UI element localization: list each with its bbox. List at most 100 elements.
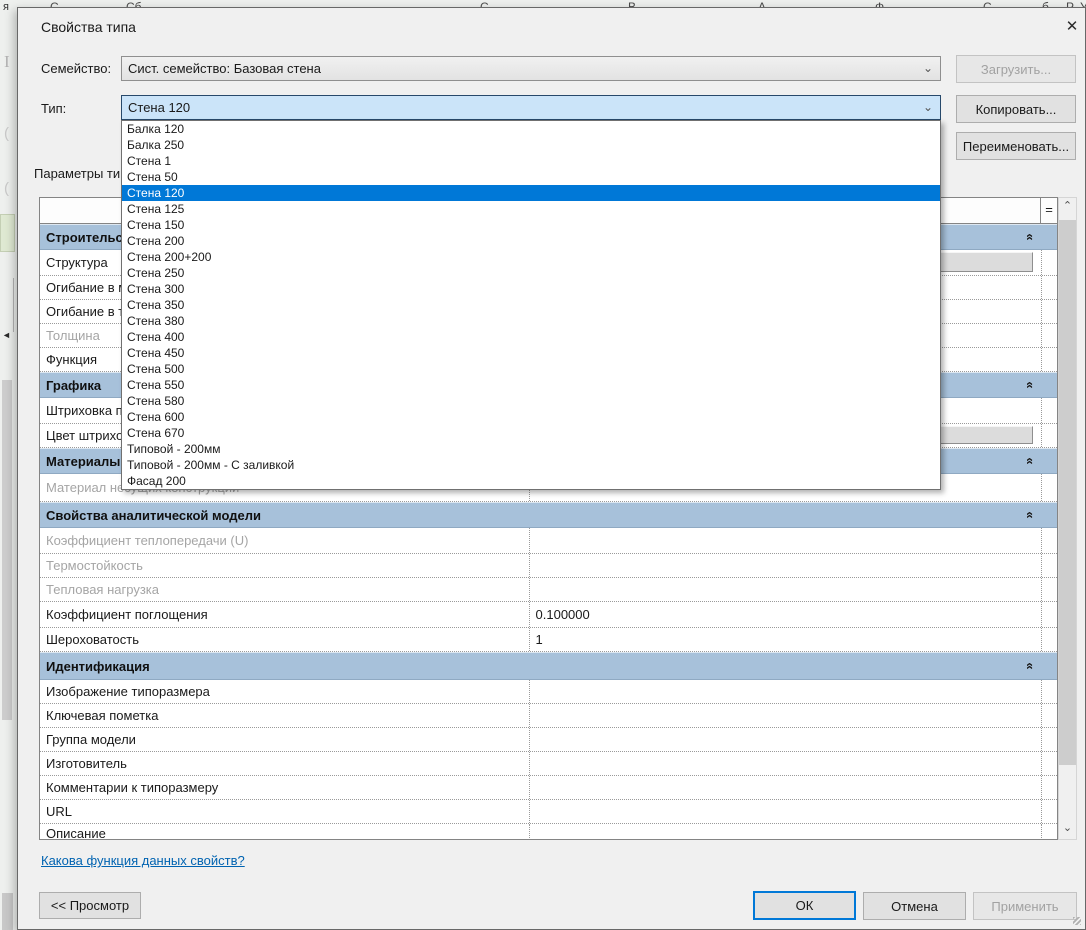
background-divider <box>13 278 14 332</box>
dropdown-item[interactable]: Стена 500 <box>122 361 940 377</box>
dropdown-item[interactable]: Стена 50 <box>122 169 940 185</box>
apply-button[interactable]: Применить <box>973 892 1077 920</box>
equals-cell <box>1041 824 1057 840</box>
dropdown-item[interactable]: Стена 120 <box>122 185 940 201</box>
background-shape: ( <box>4 180 9 197</box>
dropdown-item[interactable]: Стена 550 <box>122 377 940 393</box>
chevron-down-icon: ⌄ <box>923 57 933 80</box>
parameter-value-cell[interactable] <box>529 776 1042 799</box>
collapse-chevron-icon[interactable]: « <box>1023 511 1038 518</box>
background-panel <box>0 214 15 252</box>
dropdown-item[interactable]: Балка 250 <box>122 137 940 153</box>
parameter-row: Коэффициент теплопередачи (U) <box>40 528 1057 554</box>
section-title: Идентификация <box>40 659 150 674</box>
background-scrollbar-end <box>2 893 13 930</box>
table-scrollbar[interactable]: ⌃ ⌄ <box>1058 197 1077 840</box>
equals-cell <box>1041 680 1057 703</box>
parameter-name: Коэффициент поглощения <box>40 602 529 627</box>
parameter-name: Группа модели <box>40 728 529 751</box>
help-link[interactable]: Какова функция данных свойств? <box>41 853 245 868</box>
preview-button[interactable]: << Просмотр <box>39 892 141 919</box>
resize-grip[interactable] <box>1073 917 1081 925</box>
parameter-row: Термостойкость <box>40 554 1057 578</box>
dropdown-item[interactable]: Стена 1 <box>122 153 940 169</box>
ribbon-text-fragment: А <box>758 0 766 7</box>
dialog-title: Свойства типа <box>41 19 136 35</box>
equals-cell <box>1041 728 1057 751</box>
dropdown-item[interactable]: Стена 150 <box>122 217 940 233</box>
equals-cell <box>1041 704 1057 727</box>
parameter-value-cell[interactable] <box>529 680 1042 703</box>
family-label: Семейство: <box>41 61 111 76</box>
dropdown-item[interactable]: Стена 400 <box>122 329 940 345</box>
dropdown-item[interactable]: Стена 350 <box>122 297 940 313</box>
equals-cell <box>1041 628 1057 651</box>
dropdown-item[interactable]: Стена 450 <box>122 345 940 361</box>
equals-cell <box>1041 554 1057 577</box>
duplicate-button[interactable]: Копировать... <box>956 95 1076 123</box>
parameter-value-cell[interactable] <box>529 704 1042 727</box>
parameter-value-cell[interactable]: 0.100000 <box>529 602 1042 627</box>
dropdown-item[interactable]: Стена 670 <box>122 425 940 441</box>
parameter-value-cell[interactable] <box>529 578 1042 601</box>
dropdown-item[interactable]: Стена 200 <box>122 233 940 249</box>
section-header: Идентификация « <box>40 652 1057 680</box>
ribbon-text-fragment: С <box>480 0 489 7</box>
dropdown-item[interactable]: Стена 200+200 <box>122 249 940 265</box>
scrollbar-thumb[interactable] <box>1059 220 1076 765</box>
family-combobox[interactable]: Сист. семейство: Базовая стена ⌄ <box>121 56 941 81</box>
dropdown-item[interactable]: Фасад 200 <box>122 473 940 489</box>
type-parameters-label: Параметры типа <box>34 166 134 181</box>
equals-cell <box>1041 528 1057 553</box>
rename-button[interactable]: Переименовать... <box>956 132 1076 160</box>
background-letter: я <box>3 1 9 13</box>
parameter-name: Ключевая пометка <box>40 704 529 727</box>
parameter-value-cell[interactable] <box>529 800 1042 823</box>
parameter-name: Описание <box>40 824 529 840</box>
equals-cell <box>1041 800 1057 823</box>
parameter-name: Термостойкость <box>40 554 529 577</box>
ribbon-text-fragment: У <box>1080 0 1086 7</box>
parameter-value-cell[interactable] <box>529 824 1042 840</box>
close-icon[interactable]: ✕ <box>1061 16 1083 38</box>
ribbon-text-fragment: Сб <box>126 0 142 7</box>
parameter-value-cell[interactable]: 1 <box>529 628 1042 651</box>
type-combobox-value: Стена 120 <box>128 100 190 115</box>
background-scrollbar[interactable] <box>2 380 12 720</box>
dropdown-item[interactable]: Типовой - 200мм <box>122 441 940 457</box>
parameter-row: Шероховатость1 <box>40 628 1057 652</box>
ok-button[interactable]: ОК <box>753 891 856 920</box>
dropdown-item[interactable]: Балка 120 <box>122 121 940 137</box>
parameter-value-cell[interactable] <box>529 752 1042 775</box>
parameter-row: Изображение типоразмера <box>40 680 1057 704</box>
type-properties-dialog: Свойства типа ✕ Семейство: Сист. семейст… <box>17 7 1086 930</box>
collapse-chevron-icon[interactable]: « <box>1023 381 1038 388</box>
cancel-button[interactable]: Отмена <box>863 892 966 920</box>
dropdown-item[interactable]: Стена 300 <box>122 281 940 297</box>
ribbon-text-fragment: С <box>983 0 992 7</box>
parameter-value-cell[interactable] <box>529 528 1042 553</box>
dropdown-item[interactable]: Стена 380 <box>122 313 940 329</box>
collapse-chevron-icon[interactable]: « <box>1023 233 1038 240</box>
type-combobox[interactable]: Стена 120 ⌄ <box>121 95 941 120</box>
scroll-down-icon[interactable]: ⌄ <box>1059 820 1076 839</box>
equals-cell <box>1041 398 1057 423</box>
family-combobox-value: Сист. семейство: Базовая стена <box>128 61 321 76</box>
load-button[interactable]: Загрузить... <box>956 55 1076 83</box>
dropdown-item[interactable]: Стена 250 <box>122 265 940 281</box>
parameter-value-cell[interactable] <box>529 728 1042 751</box>
section-title: Свойства аналитической модели <box>40 508 261 523</box>
collapse-chevron-icon[interactable]: « <box>1023 662 1038 669</box>
equals-cell <box>1041 300 1057 323</box>
dropdown-item[interactable]: Стена 580 <box>122 393 940 409</box>
dropdown-item[interactable]: Типовой - 200мм - С заливкой <box>122 457 940 473</box>
parameter-name: Тепловая нагрузка <box>40 578 529 601</box>
type-dropdown-list: Балка 120Балка 250Стена 1Стена 50Стена 1… <box>121 120 941 490</box>
parameter-value-cell[interactable] <box>529 554 1042 577</box>
collapse-chevron-icon[interactable]: « <box>1023 457 1038 464</box>
scroll-up-icon[interactable]: ⌃ <box>1059 198 1076 217</box>
type-label: Тип: <box>41 101 66 116</box>
dropdown-item[interactable]: Стена 600 <box>122 409 940 425</box>
equals-cell <box>1041 276 1057 299</box>
dropdown-item[interactable]: Стена 125 <box>122 201 940 217</box>
